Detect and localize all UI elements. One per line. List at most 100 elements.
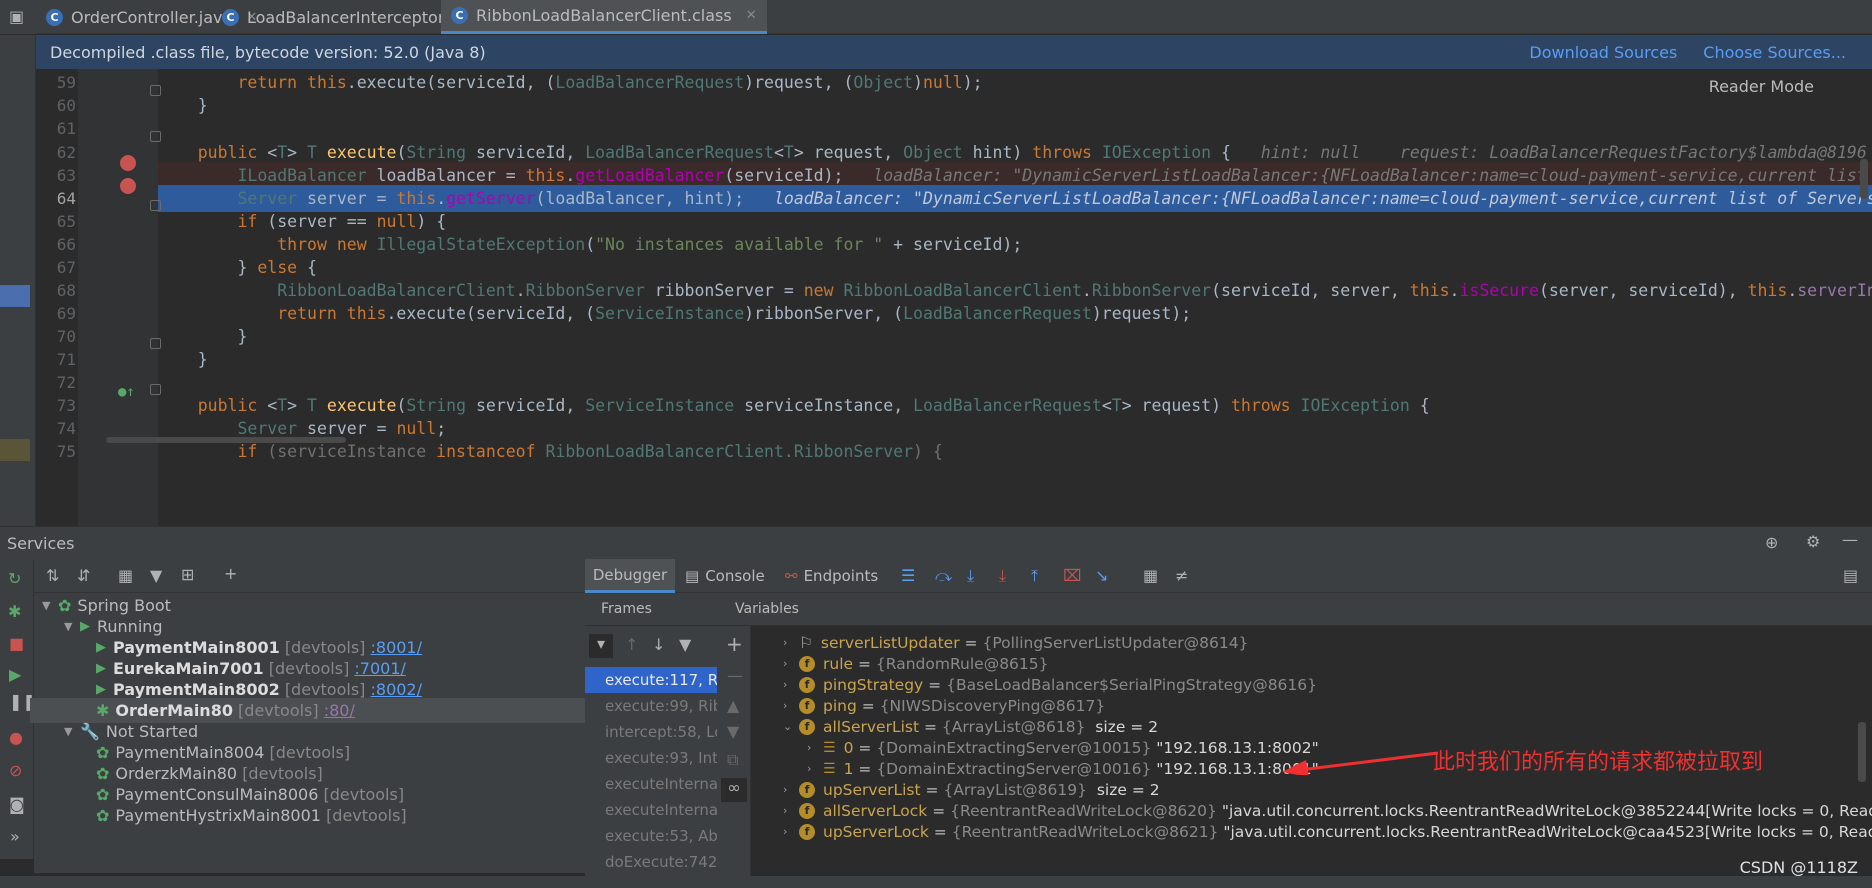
frame-item[interactable]: doExecute:742, — [585, 849, 717, 875]
download-sources-link[interactable]: Download Sources — [1529, 43, 1677, 62]
camera-icon[interactable]: ◙ — [9, 795, 25, 814]
fold-icon[interactable] — [150, 384, 161, 395]
horizontal-scrollbar[interactable] — [106, 437, 346, 443]
thread-dropdown[interactable]: ▾ — [589, 634, 613, 658]
mute-breakpoints-icon[interactable]: ⊘ — [9, 761, 22, 780]
expand-all-icon[interactable]: ⇅ — [46, 566, 59, 585]
line-number[interactable]: 66 — [36, 235, 76, 254]
port-link[interactable]: :8002/ — [371, 680, 423, 699]
line-number[interactable]: 75 — [36, 442, 76, 461]
tab-console[interactable]: ▤ Console — [685, 559, 765, 593]
port-link[interactable]: :80/ — [324, 701, 355, 720]
line-number[interactable]: 59 — [36, 73, 76, 92]
frame-item[interactable]: execute:53, Abs — [585, 823, 717, 849]
frame-item[interactable]: execute:99, Rib — [585, 693, 717, 719]
project-icon-area[interactable]: ▣ — [0, 0, 36, 34]
frame-item[interactable]: intercept:58, Lo — [585, 719, 717, 745]
move-up-icon[interactable]: ▲ — [727, 696, 739, 715]
code-editor[interactable]: 59 60 61 62 63 64 65 66 67 68 69 70 71 72 73 74 75 retur… — [36, 69, 1872, 526]
frame-item[interactable]: executeInternal — [585, 797, 717, 823]
line-number[interactable]: 67 — [36, 258, 76, 277]
line-number[interactable]: 61 — [36, 119, 76, 138]
fold-icon[interactable] — [150, 200, 161, 211]
filter-icon[interactable]: ▼ — [679, 635, 691, 654]
structure-marker[interactable] — [0, 285, 30, 307]
tab-debugger[interactable]: Debugger — [585, 559, 675, 593]
editor-gutter[interactable] — [78, 69, 158, 526]
line-number[interactable]: 71 — [36, 350, 76, 369]
breakpoint-icon[interactable] — [120, 178, 136, 194]
step-into-icon[interactable]: ⤓ — [967, 566, 974, 586]
evaluate-icon[interactable]: ▦ — [1143, 566, 1158, 585]
group-icon[interactable]: ▦ — [118, 566, 133, 585]
line-number[interactable]: 65 — [36, 212, 76, 231]
bottom-tool-bar — [0, 876, 1872, 888]
stop-icon[interactable]: ■ — [9, 634, 24, 653]
frame-item[interactable]: execute:93, Inte — [585, 745, 717, 771]
override-icon[interactable]: ●↑ — [118, 384, 135, 400]
vertical-scrollbar[interactable] — [1860, 159, 1868, 199]
run-to-cursor-icon[interactable]: ↘ — [1095, 566, 1108, 585]
fold-icon[interactable] — [150, 131, 161, 142]
remove-watch-icon[interactable]: — — [727, 666, 743, 685]
breakpoint-icon[interactable] — [120, 155, 136, 171]
port-link[interactable]: :8001/ — [371, 638, 423, 657]
tab-endpoints[interactable]: ⚯ Endpoints — [785, 559, 878, 593]
string-literal: "No instances available for " — [595, 235, 884, 254]
globe-icon[interactable]: ⊕ — [1765, 533, 1778, 552]
filter-icon[interactable]: ▼ — [150, 566, 162, 585]
frame-item[interactable]: execute:117, Ri — [585, 667, 717, 693]
layout-icon[interactable]: ▤ — [1843, 566, 1858, 585]
choose-sources-link[interactable]: Choose Sources... — [1703, 43, 1846, 62]
line-number[interactable]: 63 — [36, 166, 76, 185]
trace-icon[interactable]: ≠ — [1175, 566, 1188, 585]
fold-icon[interactable] — [150, 85, 161, 96]
add-watch-icon[interactable]: + — [726, 632, 743, 656]
line-number[interactable]: 70 — [36, 327, 76, 346]
step-out-icon[interactable]: ⤒ — [1031, 566, 1038, 586]
more-icon[interactable]: » — [10, 827, 20, 846]
step-over-icon[interactable]: ⤼ — [935, 566, 952, 586]
rerun-icon[interactable]: ↻ — [8, 569, 21, 588]
up-arrow-icon[interactable]: ↑ — [625, 635, 638, 654]
new-tab-icon[interactable]: ⊞ — [181, 565, 194, 584]
line-number[interactable]: 64 — [36, 189, 76, 208]
fold-icon[interactable] — [150, 338, 161, 349]
run-icon: ▶ — [96, 661, 106, 676]
gear-icon[interactable]: ⚙ — [1806, 532, 1820, 551]
tab-ribbon-load-balancer-client[interactable]: C RibbonLoadBalancerClient.class ✕ — [441, 0, 767, 34]
debug-icon[interactable]: ✱ — [8, 602, 21, 621]
window-icon[interactable]: ▣ — [9, 7, 24, 26]
down-arrow-icon[interactable]: ↓ — [652, 635, 665, 654]
resume-icon[interactable]: ▶ — [9, 665, 21, 684]
drop-frame-icon[interactable]: ⌧ — [1063, 566, 1081, 585]
line-number[interactable]: 74 — [36, 419, 76, 438]
line-number[interactable]: 72 — [36, 373, 76, 392]
collapse-all-icon[interactable]: ⇵ — [77, 566, 90, 585]
minimize-icon[interactable]: — — [1842, 530, 1858, 549]
line-number[interactable]: 73 — [36, 396, 76, 415]
line-number[interactable]: 68 — [36, 281, 76, 300]
copy-icon[interactable]: ⧉ — [727, 750, 738, 770]
move-down-icon[interactable]: ▼ — [727, 722, 739, 741]
line-number[interactable]: 62 — [36, 143, 76, 162]
left-tool-strip — [0, 35, 36, 526]
tree-item-payment-hystrix-main-8001[interactable]: ✿ PaymentHystrixMain8001 [devtools] — [96, 803, 407, 828]
variables-header: Variables — [717, 593, 1872, 626]
run-icon: ▶ — [80, 619, 90, 634]
close-icon[interactable]: ✕ — [746, 8, 757, 23]
line-number[interactable]: 60 — [36, 96, 76, 115]
var-row[interactable]: › f upServerLock = {ReentrantReadWriteLock… — [783, 819, 1872, 844]
glasses-icon[interactable]: ∞ — [721, 778, 747, 802]
add-icon[interactable]: + — [224, 564, 237, 583]
bookmark-marker[interactable] — [0, 439, 30, 461]
show-execution-point-icon[interactable]: ☰ — [901, 566, 915, 585]
frame-item[interactable]: executeInternal — [585, 771, 717, 797]
view-breakpoints-icon[interactable]: ● — [9, 728, 23, 747]
variables-scrollbar[interactable] — [1858, 722, 1866, 782]
port-link[interactable]: :7001/ — [354, 659, 406, 678]
reader-mode-toggle[interactable]: Reader Mode — [1709, 77, 1814, 96]
force-step-into-icon[interactable]: ⤓ — [999, 566, 1006, 586]
variables-toolbar: + — ▲ ▼ ⧉ ∞ — [717, 626, 751, 876]
line-number[interactable]: 69 — [36, 304, 76, 323]
